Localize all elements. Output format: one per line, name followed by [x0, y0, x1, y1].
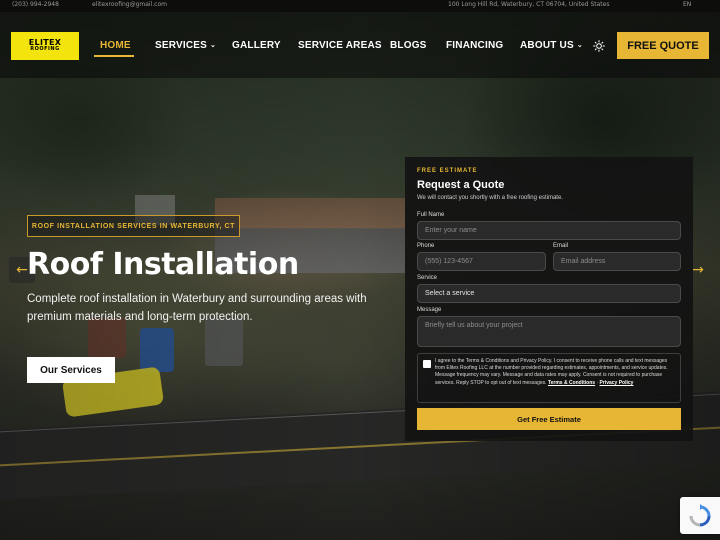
free-quote-button[interactable]: FREE QUOTE	[617, 32, 709, 59]
phone-input[interactable]: (555) 123-4567	[417, 252, 546, 271]
hero-badge: ROOF INSTALLATION SERVICES IN WATERBURY,…	[27, 215, 240, 237]
nav-financing[interactable]: FINANCING	[446, 40, 503, 51]
nav-home[interactable]: HOME	[100, 40, 131, 51]
nav-services-label: SERVICES	[155, 40, 207, 51]
topbar-address[interactable]: 100 Long Hill Rd, Waterbury, CT 06704, U…	[448, 1, 609, 8]
nav-services[interactable]: SERVICES ⌄	[155, 40, 216, 51]
nav-about-label: ABOUT US	[520, 40, 574, 51]
email-input[interactable]: Email address	[553, 252, 681, 271]
email-label: Email	[553, 243, 569, 249]
recaptcha-badge[interactable]	[680, 497, 720, 534]
get-free-estimate-button[interactable]: Get Free Estimate	[417, 408, 681, 430]
consent-text: I agree to the Terms & Conditions and Pr…	[435, 358, 668, 386]
logo-line-1: ELITEX	[28, 38, 62, 47]
recaptcha-icon	[689, 503, 711, 526]
form-description: We will contact you shortly with a free …	[417, 195, 563, 201]
nav-blogs[interactable]: BLOGS	[390, 40, 427, 51]
nav-service-areas[interactable]: SERVICE AREAS	[298, 40, 382, 51]
form-title: Request a Quote	[417, 179, 505, 191]
chevron-down-icon: ⌄	[576, 42, 583, 49]
topbar-phone[interactable]: (203) 994-2948	[12, 1, 59, 8]
nav-active-indicator	[94, 55, 134, 57]
full-name-input[interactable]: Enter your name	[417, 221, 681, 240]
top-info-bar: (203) 994-2948 elitexroofing@gmail.com 1…	[0, 0, 720, 12]
our-services-button[interactable]: Our Services	[27, 357, 115, 383]
full-name-label: Full Name	[417, 212, 445, 218]
logo-line-2: ROOFING	[30, 46, 60, 52]
hero-title: Roof Installation	[27, 247, 299, 282]
nav-gallery[interactable]: GALLERY	[232, 40, 281, 51]
hero-subtitle: Complete roof installation in Waterbury …	[27, 293, 367, 323]
topbar-email[interactable]: elitexroofing@gmail.com	[92, 1, 167, 8]
chevron-down-icon: ⌄	[210, 42, 217, 49]
quote-form-panel: FREE ESTIMATE Request a Quote We will co…	[405, 157, 693, 441]
nav-about-us[interactable]: ABOUT US ⌄	[520, 40, 583, 51]
message-label: Message	[417, 307, 442, 313]
consent-checkbox[interactable]	[423, 360, 431, 368]
main-navigation: ELITEX ROOFING HOME SERVICES ⌄ GALLERY SE…	[0, 12, 720, 78]
phone-label: Phone	[417, 243, 435, 249]
service-select[interactable]: Select a service	[417, 284, 681, 303]
topbar-language[interactable]: EN	[683, 1, 691, 8]
logo-wordmark: ELITEX ROOFING	[29, 39, 61, 53]
site-logo[interactable]: ELITEX ROOFING	[11, 32, 79, 60]
terms-link[interactable]: Terms & Conditions	[548, 380, 595, 386]
service-label: Service	[417, 275, 438, 281]
form-kicker: FREE ESTIMATE	[417, 168, 478, 174]
message-textarea[interactable]: Briefly tell us about your project	[417, 316, 681, 347]
privacy-link[interactable]: Privacy Policy	[600, 380, 634, 386]
consent-box: I agree to the Terms & Conditions and Pr…	[417, 353, 681, 403]
theme-toggle-sun-icon[interactable]	[593, 40, 605, 52]
